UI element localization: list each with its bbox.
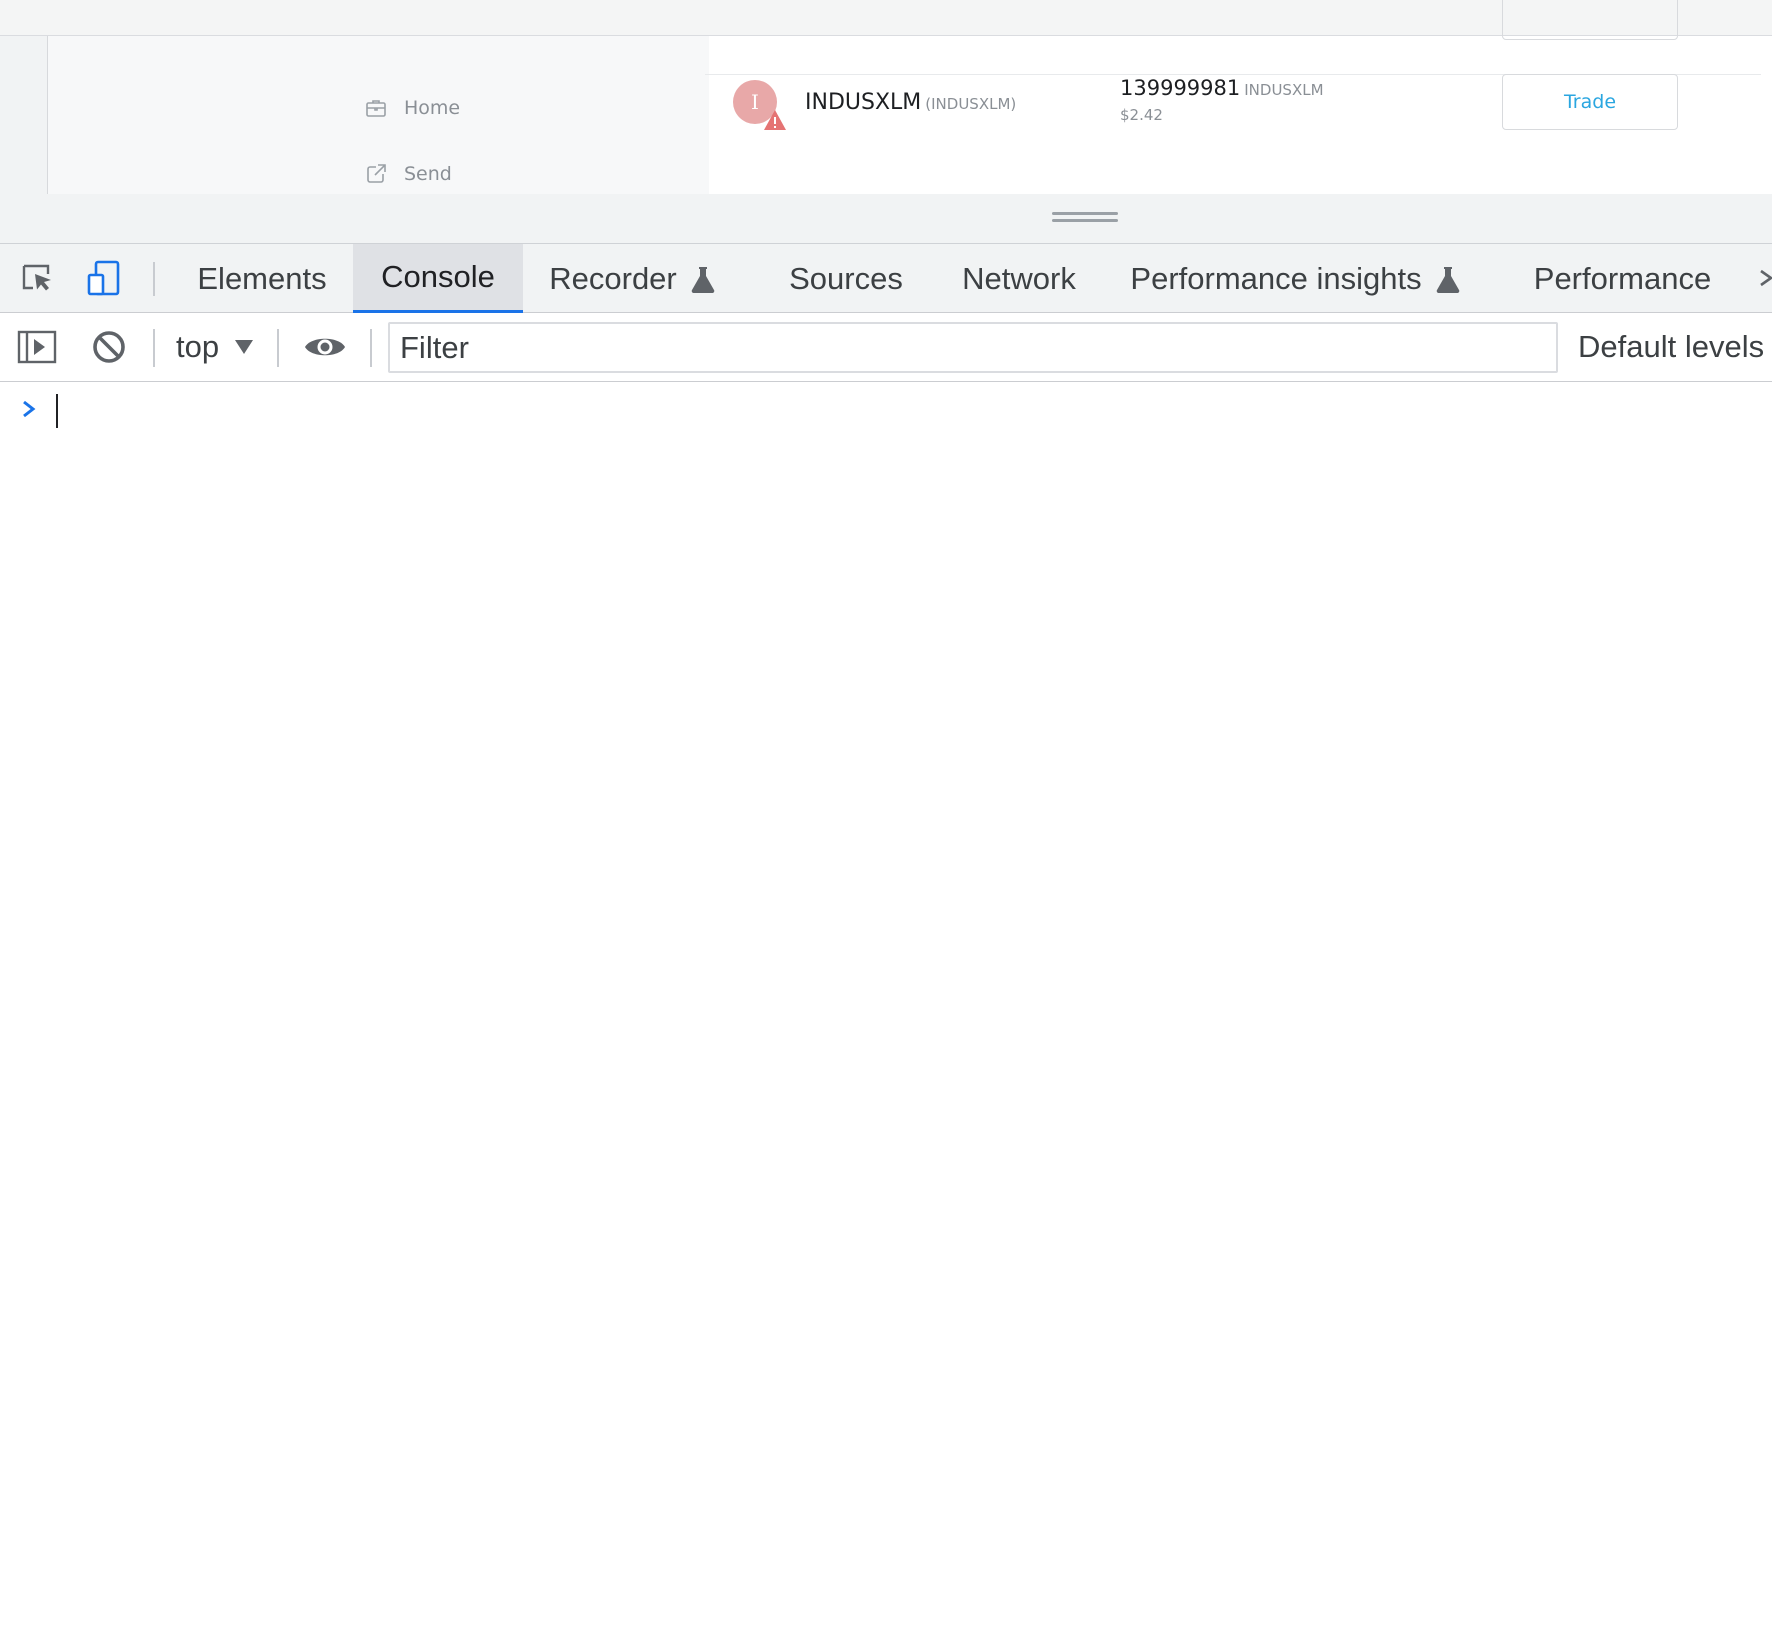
tab-console[interactable]: Console: [353, 244, 523, 313]
asset-name-text: INDUSXLM: [805, 90, 922, 115]
prompt-chevron-icon: [23, 400, 36, 418]
external-link-icon: [367, 164, 386, 183]
handle-line: [1052, 212, 1118, 215]
tab-recorder[interactable]: Recorder: [532, 244, 732, 313]
tab-network[interactable]: Network: [950, 244, 1088, 313]
asset-usd-value: $2.42: [1120, 106, 1163, 124]
sidebar-item-label: Home: [404, 97, 461, 119]
eye-icon[interactable]: [304, 327, 346, 367]
experimental-flask-icon: [691, 266, 715, 293]
toolbar-separator: [370, 329, 372, 367]
console-toolbar: top Default levels: [0, 313, 1772, 382]
tab-elements[interactable]: Elements: [172, 244, 352, 313]
balance-unit: INDUSXLM: [1244, 81, 1324, 99]
tab-label: Performance insights: [1130, 260, 1422, 296]
avatar-letter: I: [751, 90, 759, 114]
toolbar-separator: [153, 262, 155, 296]
sidebar: Home Send: [48, 36, 709, 194]
asset-name: INDUSXLM (INDUSXLM): [805, 90, 1016, 115]
inspect-element-icon[interactable]: [18, 258, 58, 298]
tab-label: Console: [381, 259, 495, 294]
tab-label: Recorder: [549, 260, 677, 296]
tab-sources[interactable]: Sources: [776, 244, 916, 313]
devtools-resize-handle[interactable]: [1052, 212, 1118, 224]
tab-label: Elements: [197, 260, 327, 296]
tab-performance[interactable]: Performance: [1520, 244, 1725, 313]
clear-console-icon[interactable]: [88, 327, 130, 367]
experimental-flask-icon: [1436, 266, 1459, 293]
log-levels-dropdown[interactable]: Default levels: [1578, 325, 1764, 369]
toolbar-separator: [277, 329, 279, 367]
devtools-tabbar: Elements Console Recorder Sources Networ…: [0, 244, 1772, 313]
levels-label: Default levels: [1578, 329, 1765, 364]
tab-label: Sources: [789, 260, 903, 296]
sidebar-item-home[interactable]: Home: [364, 94, 460, 122]
toolbar-separator: [153, 329, 155, 367]
previous-trade-button[interactable]: [1502, 0, 1678, 40]
device-toolbar-icon[interactable]: [84, 258, 124, 298]
trade-button[interactable]: Trade: [1502, 74, 1678, 130]
tab-performance-insights[interactable]: Performance insights: [1120, 244, 1470, 313]
tab-label: Network: [962, 260, 1076, 296]
warning-icon: [764, 110, 786, 130]
filter-input[interactable]: [388, 322, 1558, 373]
devtools-panel: Elements Console Recorder Sources Networ…: [0, 243, 1772, 1636]
console-output[interactable]: [0, 382, 1772, 1636]
asset-balance: 139999981 INDUSXLM: [1120, 76, 1324, 100]
more-tabs-chevron-icon[interactable]: [1756, 264, 1772, 292]
balance-amount: 139999981: [1120, 76, 1241, 100]
show-sidebar-icon[interactable]: [16, 327, 58, 367]
asset-code: (INDUSXLM): [925, 95, 1017, 113]
handle-line: [1052, 219, 1118, 222]
sidebar-item-label: Send: [404, 163, 452, 185]
inspected-page: Home Send I INDUSXLM (INDUSXLM) 139999981…: [0, 0, 1772, 243]
context-value: top: [176, 329, 220, 364]
briefcase-icon: [366, 100, 386, 117]
tab-label: Performance: [1533, 260, 1712, 296]
dropdown-caret-icon: [235, 340, 254, 354]
context-selector[interactable]: top: [176, 325, 254, 369]
text-cursor: [56, 394, 58, 428]
sidebar-item-send[interactable]: Send: [364, 160, 452, 188]
